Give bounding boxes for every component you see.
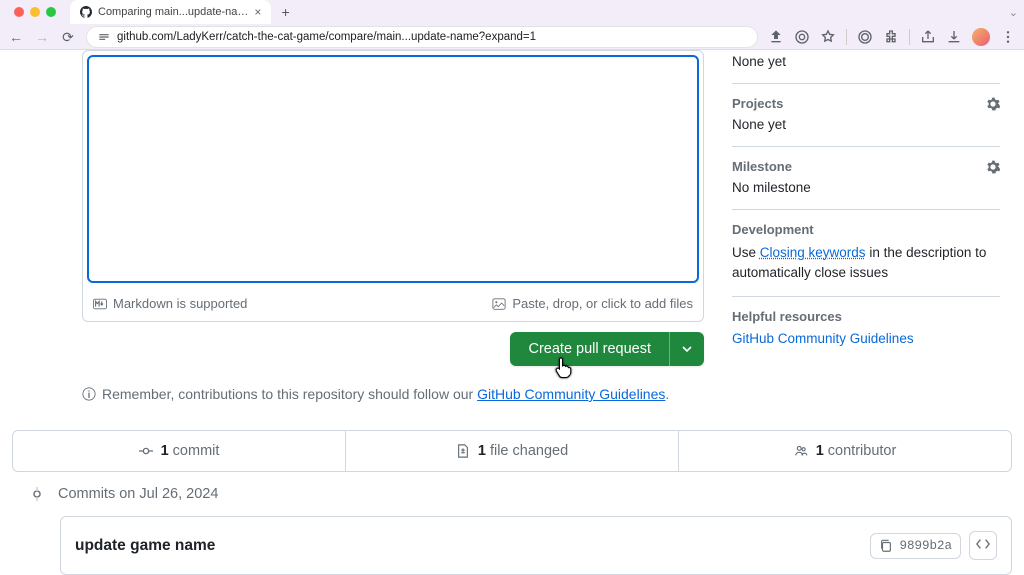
- commits-label: commit: [169, 443, 220, 459]
- tabs-overflow-icon[interactable]: ⌄: [1009, 6, 1024, 19]
- contribution-note: Remember, contributions to this reposito…: [82, 386, 704, 402]
- development-title: Development: [732, 222, 814, 237]
- browser-tab[interactable]: Comparing main...update-na… ×: [70, 0, 271, 24]
- submit-row: Create pull request: [82, 332, 704, 366]
- helpful-title: Helpful resources: [732, 309, 842, 324]
- extensions-icon[interactable]: [883, 29, 899, 45]
- commits-count: 1: [161, 443, 169, 459]
- create-pull-request-caret[interactable]: [670, 332, 704, 366]
- minimize-window-icon[interactable]: [30, 7, 40, 17]
- people-icon: [794, 444, 808, 458]
- contrib-label: contributor: [824, 443, 897, 459]
- toolbar-divider: [846, 29, 847, 45]
- timeline-date: Commits on Jul 26, 2024: [58, 486, 218, 502]
- commit-row[interactable]: update game name 9899b2a: [60, 516, 1012, 575]
- helpful-section: Helpful resources GitHub Community Guide…: [732, 297, 1000, 360]
- url-text: github.com/LadyKerr/catch-the-cat-game/c…: [117, 31, 536, 43]
- milestone-title: Milestone: [732, 159, 792, 174]
- markdown-icon: [93, 297, 107, 311]
- stat-commits[interactable]: 1 commit: [13, 431, 346, 471]
- stat-files[interactable]: 1 file changed: [346, 431, 679, 471]
- image-icon: [492, 297, 506, 311]
- forward-icon: →: [34, 29, 50, 45]
- contrib-prefix: Remember, contributions to this reposito…: [102, 386, 477, 402]
- description-footer: Markdown is supported Paste, drop, or cl…: [83, 290, 703, 321]
- back-icon[interactable]: ←: [8, 29, 24, 45]
- projects-section: Projects None yet: [732, 84, 1000, 147]
- info-icon: [82, 387, 96, 401]
- commit-title: update game name: [75, 537, 215, 555]
- maximize-window-icon[interactable]: [46, 7, 56, 17]
- toolbar-icons: [768, 28, 1016, 46]
- labels-section: None yet: [732, 50, 1000, 84]
- reload-icon[interactable]: ⟳: [60, 29, 76, 46]
- projects-value: None yet: [732, 117, 1000, 132]
- main-column: Markdown is supported Paste, drop, or cl…: [12, 50, 712, 402]
- stats-bar: 1 commit 1 file changed 1 contributor: [12, 430, 1012, 472]
- sidebar: None yet Projects None yet Milestone No …: [732, 50, 1012, 402]
- gear-icon[interactable]: [986, 160, 1000, 174]
- toolbar-divider: [909, 29, 910, 45]
- address-row: ← → ⟳ github.com/LadyKerr/catch-the-cat-…: [0, 24, 1024, 50]
- milestone-value: No milestone: [732, 180, 1000, 195]
- attach-hint-text: Paste, drop, or click to add files: [512, 296, 693, 311]
- contrib-suffix: .: [665, 386, 669, 402]
- install-icon[interactable]: [768, 29, 784, 45]
- profile-avatar[interactable]: [972, 28, 990, 46]
- commit-actions: 9899b2a: [870, 531, 997, 560]
- site-settings-icon[interactable]: [97, 30, 111, 44]
- window-controls[interactable]: [6, 7, 64, 17]
- development-section: Development Use Closing keywords in the …: [732, 210, 1000, 297]
- closing-keywords-link[interactable]: Closing keywords: [760, 245, 866, 260]
- attach-hint[interactable]: Paste, drop, or click to add files: [492, 296, 693, 311]
- description-textarea[interactable]: [87, 55, 699, 283]
- browser-chrome: Comparing main...update-na… × + ⌄ ← → ⟳ …: [0, 0, 1024, 50]
- github-favicon: [80, 6, 92, 18]
- milestone-section: Milestone No milestone: [732, 147, 1000, 210]
- kebab-menu-icon[interactable]: [1000, 29, 1016, 45]
- record-icon[interactable]: [857, 29, 873, 45]
- commit-sha-button[interactable]: 9899b2a: [870, 533, 961, 559]
- address-bar[interactable]: github.com/LadyKerr/catch-the-cat-game/c…: [86, 26, 758, 48]
- download-icon[interactable]: [946, 29, 962, 45]
- share-icon[interactable]: [920, 29, 936, 45]
- gear-icon[interactable]: [986, 97, 1000, 111]
- markdown-hint-text: Markdown is supported: [113, 296, 247, 311]
- projects-title: Projects: [732, 96, 783, 111]
- community-guidelines-link[interactable]: GitHub Community Guidelines: [477, 386, 665, 402]
- files-label: file changed: [486, 443, 568, 459]
- tab-close-icon[interactable]: ×: [254, 5, 261, 19]
- dev-pre: Use: [732, 245, 760, 260]
- tab-row: Comparing main...update-na… × + ⌄: [0, 0, 1024, 24]
- stat-contributors[interactable]: 1 contributor: [679, 431, 1011, 471]
- labels-value: None yet: [732, 54, 1000, 69]
- new-tab-button[interactable]: +: [271, 4, 299, 20]
- helpful-guidelines-link[interactable]: GitHub Community Guidelines: [732, 331, 914, 346]
- description-box: Markdown is supported Paste, drop, or cl…: [82, 50, 704, 322]
- commit-sha: 9899b2a: [899, 539, 952, 553]
- caret-down-icon: [682, 344, 692, 354]
- commit-icon: [30, 487, 44, 501]
- create-pr-label: Create pull request: [528, 341, 651, 357]
- timeline-date-node: Commits on Jul 26, 2024: [30, 486, 1012, 502]
- create-pull-request-button[interactable]: Create pull request: [510, 332, 670, 366]
- copy-icon: [879, 539, 893, 553]
- page-body: Markdown is supported Paste, drop, or cl…: [0, 50, 1024, 402]
- file-diff-icon: [456, 444, 470, 458]
- commits-timeline: Commits on Jul 26, 2024 update game name…: [30, 486, 1012, 575]
- view-code-button[interactable]: [969, 531, 997, 560]
- contrib-count: 1: [816, 443, 824, 459]
- code-icon: [976, 537, 990, 551]
- commit-icon: [139, 444, 153, 458]
- bookmark-star-icon[interactable]: [820, 29, 836, 45]
- close-window-icon[interactable]: [14, 7, 24, 17]
- lens-icon[interactable]: [794, 29, 810, 45]
- files-count: 1: [478, 443, 486, 459]
- tab-title: Comparing main...update-na…: [98, 6, 248, 18]
- markdown-hint[interactable]: Markdown is supported: [93, 296, 247, 311]
